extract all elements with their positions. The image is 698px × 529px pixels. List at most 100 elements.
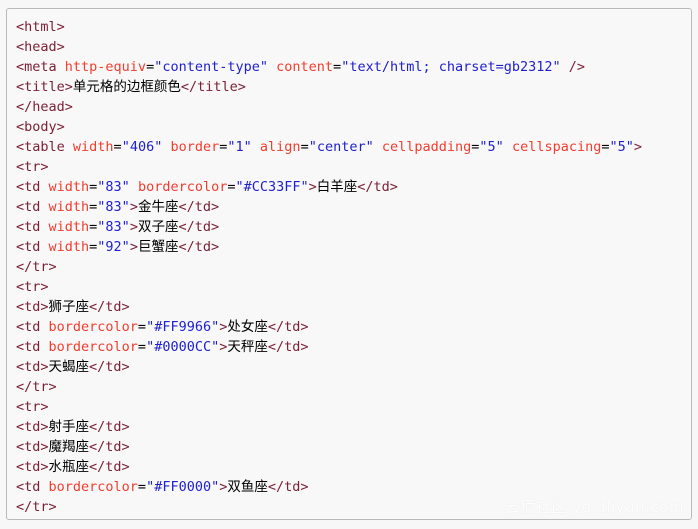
code-token-tag: </tr> [16, 499, 57, 515]
code-token-tag: <tr> [16, 159, 49, 175]
code-token-punct [130, 179, 138, 195]
code-token-text: 天秤座 [227, 339, 268, 355]
code-token-text: 白羊座 [316, 179, 358, 195]
code-token-tag: </tr> [16, 259, 57, 275]
code-token-tag: </table> [16, 519, 81, 520]
code-token-punct [504, 139, 512, 155]
code-token-punct: = [137, 479, 147, 495]
code-token-tag: > [129, 239, 138, 255]
code-token-tag: </td> [357, 179, 398, 195]
code-line: </table> [16, 517, 687, 520]
code-token-tag: <td [16, 199, 49, 215]
code-token-tag: </td> [178, 219, 220, 235]
code-line: <td>天蝎座</td> [16, 357, 687, 377]
code-token-text: 天蝎座 [48, 359, 90, 375]
code-token-tag: </td> [89, 419, 130, 435]
code-line: <td width="92">巨蟹座</td> [16, 237, 687, 257]
code-token-tag: <title> [16, 79, 73, 95]
code-line: <td width="83" bordercolor="#CC33FF">白羊座… [16, 177, 687, 197]
code-line: <td>狮子座</td> [16, 297, 687, 317]
code-token-attr: width [48, 199, 90, 215]
code-token-punct: = [333, 59, 342, 75]
code-token-text: 双子座 [137, 219, 179, 235]
code-token-attr: bordercolor [48, 339, 138, 355]
code-token-text: 金牛座 [137, 199, 179, 215]
code-token-val: "92" [97, 239, 130, 255]
code-token-text: 双鱼座 [227, 479, 268, 495]
code-listing: <html> <head> <meta http-equiv="content-ty… [16, 17, 687, 520]
code-line: <td width="83">双子座</td> [16, 217, 687, 237]
code-token-tag: </head> [16, 99, 73, 115]
code-line: <table width="406" border="1" align="cen… [16, 137, 687, 157]
code-token-tag: <table [16, 139, 73, 155]
code-token-tag: <head> [16, 39, 65, 55]
code-token-tag: <td [16, 179, 49, 195]
code-token-val: "text/html; charset=gb2312" [341, 59, 561, 75]
code-token-punct: = [137, 319, 147, 335]
code-token-tag: <td> [16, 419, 49, 435]
code-line: <td>水瓶座</td> [16, 457, 687, 477]
code-token-val: "#0000CC" [146, 339, 220, 355]
code-token-punct: = [113, 139, 122, 155]
code-token-punct [374, 139, 382, 155]
code-line: <tr> [16, 277, 687, 297]
code-token-tag: <body> [16, 119, 65, 135]
code-token-tag: </td> [178, 239, 220, 255]
code-token-attr: bordercolor [48, 319, 138, 335]
code-line: <tr> [16, 157, 687, 177]
code-line: <td>魔羯座</td> [16, 437, 687, 457]
code-line: </tr> [16, 257, 687, 277]
code-token-attr: align [259, 139, 301, 155]
code-token-tag: <td [16, 239, 49, 255]
code-line: <body> [16, 117, 687, 137]
code-token-punct [268, 59, 276, 75]
code-token-tag: </td> [89, 439, 130, 455]
code-token-attr: bordercolor [137, 179, 228, 195]
code-token-tag: <html> [16, 19, 65, 35]
code-token-tag: > [633, 139, 643, 155]
code-token-tag: > [308, 179, 317, 195]
code-panel: <html> <head> <meta http-equiv="content-ty… [6, 8, 692, 520]
code-token-text: 射手座 [48, 419, 90, 435]
code-token-tag: </td> [89, 459, 130, 475]
code-line: <tr> [16, 397, 687, 417]
code-line: <td bordercolor="#FF0000">双鱼座</td> [16, 477, 687, 497]
code-token-attr: width [48, 219, 90, 235]
code-token-val: "center" [308, 139, 374, 155]
code-token-tag: </tr> [16, 379, 57, 395]
code-token-punct: = [227, 179, 236, 195]
screenshot-root: <html> <head> <meta http-equiv="content-ty… [0, 0, 698, 529]
code-token-tag: </title> [180, 79, 246, 95]
code-token-tag: </td> [178, 199, 220, 215]
code-line: <meta http-equiv="content-type" content=… [16, 57, 687, 77]
code-token-punct: = [300, 139, 309, 155]
code-token-punct: = [601, 139, 610, 155]
code-token-tag: /> [560, 59, 586, 75]
code-token-attr: width [72, 139, 114, 155]
code-token-text: 魔羯座 [48, 439, 90, 455]
code-token-tag: <td> [16, 459, 49, 475]
code-line: <html> [16, 17, 687, 37]
code-token-attr: http-equiv [64, 59, 147, 75]
code-token-tag: <tr> [16, 399, 49, 415]
code-line: </head> [16, 97, 687, 117]
code-line: <td>射手座</td> [16, 417, 687, 437]
code-token-attr: cellspacing [511, 139, 602, 155]
code-line: <td width="83">金牛座</td> [16, 197, 687, 217]
code-token-tag: <td [16, 219, 49, 235]
code-token-tag: </td> [89, 359, 130, 375]
code-token-text: 水瓶座 [48, 459, 90, 475]
code-token-val: "content-type" [154, 59, 268, 75]
code-token-attr: content [276, 59, 334, 75]
code-token-punct: = [137, 339, 147, 355]
code-token-punct: = [146, 59, 155, 75]
code-token-tag: > [129, 199, 138, 215]
code-line: <head> [16, 37, 687, 57]
code-token-tag: > [129, 219, 138, 235]
code-token-tag: <td [16, 339, 49, 355]
code-token-tag: </td> [267, 319, 309, 335]
code-token-val: "#CC33FF" [235, 179, 309, 195]
code-token-punct [252, 139, 260, 155]
code-token-tag: <tr> [16, 279, 49, 295]
code-token-val: "83" [97, 199, 130, 215]
